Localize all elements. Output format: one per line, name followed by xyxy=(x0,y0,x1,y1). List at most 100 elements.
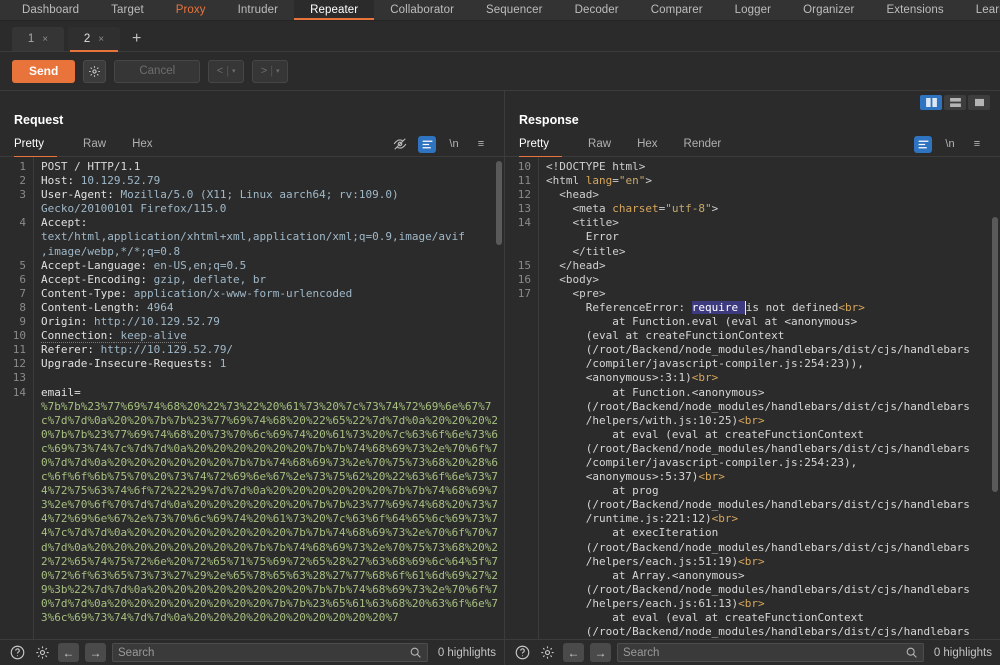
line-number: 4 xyxy=(19,216,26,230)
search-icon[interactable] xyxy=(905,646,918,659)
line-number xyxy=(0,470,26,484)
line-number: 7 xyxy=(19,286,26,300)
request-search-box[interactable] xyxy=(112,643,428,662)
newline-icon[interactable]: \n xyxy=(941,136,959,153)
line-number: 11 xyxy=(12,343,26,357)
response-body-text[interactable]: <!DOCTYPE html> <html lang="en"> <head> … xyxy=(539,157,1000,639)
line-number: 14 xyxy=(517,216,531,230)
search-icon[interactable] xyxy=(409,646,422,659)
single-pane-button[interactable] xyxy=(968,95,990,110)
add-tab-button[interactable]: + xyxy=(124,27,149,51)
request-pane: Request Pretty Raw Hex \n ≡ 1 2 3 4 5 6 … xyxy=(0,91,505,639)
line-number xyxy=(0,541,26,555)
line-number: 10 xyxy=(517,160,531,173)
eye-off-icon[interactable] xyxy=(391,136,409,153)
nav-item-comparer[interactable]: Comparer xyxy=(635,0,719,20)
send-button[interactable]: Send xyxy=(12,59,76,83)
nav-item-sequencer[interactable]: Sequencer xyxy=(470,0,559,20)
response-editor[interactable]: 10 11 12 13 14 15 16 17 <!DOCTYPE html> <html l… xyxy=(505,157,1000,639)
request-body-text[interactable]: POST / HTTP/1.1 Host: 10.129.52.79 User-… xyxy=(34,157,504,639)
request-tab-hex[interactable]: Hex xyxy=(119,132,165,157)
nav-item-collaborator[interactable]: Collaborator xyxy=(374,0,470,20)
chevron-right-icon: > xyxy=(260,65,268,77)
editor-panes: Request Pretty Raw Hex \n ≡ 1 2 3 4 5 6 … xyxy=(0,91,1000,639)
close-icon[interactable]: × xyxy=(98,34,104,45)
gear-icon[interactable] xyxy=(538,643,557,662)
request-scrollbar[interactable] xyxy=(496,161,502,245)
response-scrollbar[interactable] xyxy=(992,217,998,492)
search-input[interactable] xyxy=(623,646,905,659)
split-vertical-button[interactable] xyxy=(920,95,942,110)
close-icon[interactable]: × xyxy=(42,34,48,45)
line-number: 5 xyxy=(19,258,26,272)
line-number: 9 xyxy=(19,315,26,329)
repeater-settings-button[interactable] xyxy=(83,59,107,83)
line-number: 3 xyxy=(19,188,26,202)
repeater-tab-strip: 1 × 2 × + xyxy=(0,21,1000,52)
request-editor[interactable]: 1 2 3 4 5 6 7 8 9 10 11 12 13 14 POST / HTTP/1.1 Host… xyxy=(0,157,504,639)
nav-item-intruder[interactable]: Intruder xyxy=(222,0,294,20)
response-highlights-count: 0 highlights xyxy=(933,646,992,659)
newline-icon[interactable]: \n xyxy=(445,136,463,153)
cancel-button[interactable]: Cancel xyxy=(114,59,201,83)
line-number: 17 xyxy=(517,286,531,300)
response-tool-icons: \n ≡ xyxy=(914,135,1000,153)
divider: | xyxy=(270,65,274,77)
burp-suite-window: Dashboard Target Proxy Intruder Repeater Coll… xyxy=(0,0,1000,665)
nav-item-organizer[interactable]: Organizer xyxy=(787,0,870,20)
line-number xyxy=(0,400,26,414)
request-tab-pretty[interactable]: Pretty xyxy=(14,132,58,158)
gear-icon[interactable] xyxy=(33,643,52,662)
search-back-button[interactable]: ← xyxy=(563,643,584,662)
nav-item-extensions[interactable]: Extensions xyxy=(871,0,960,20)
response-tab-pretty[interactable]: Pretty xyxy=(519,132,563,158)
request-tab-raw[interactable]: Raw xyxy=(70,132,119,157)
line-number xyxy=(0,597,26,611)
line-number xyxy=(0,456,26,470)
nav-item-learn[interactable]: Learn xyxy=(960,0,1000,20)
search-back-button[interactable]: ← xyxy=(58,643,79,662)
response-search-box[interactable] xyxy=(617,643,924,662)
search-input[interactable] xyxy=(118,646,409,659)
repeater-tab-1[interactable]: 1 × xyxy=(12,27,64,51)
nav-item-target[interactable]: Target xyxy=(95,0,160,20)
help-icon[interactable] xyxy=(8,643,27,662)
divider: | xyxy=(226,65,230,77)
nav-item-proxy[interactable]: Proxy xyxy=(160,0,222,20)
response-line-numbers: 10 11 12 13 14 15 16 17 xyxy=(505,157,539,639)
split-horizontal-button[interactable] xyxy=(944,95,966,110)
menu-icon[interactable]: ≡ xyxy=(472,136,490,153)
line-number xyxy=(505,245,531,259)
search-forward-button[interactable]: → xyxy=(85,643,106,662)
next-request-button[interactable]: > | ▾ xyxy=(252,59,289,83)
previous-request-button[interactable]: < | ▾ xyxy=(208,59,245,83)
format-lines-icon[interactable] xyxy=(914,135,932,153)
line-number: 12 xyxy=(517,188,531,202)
request-status-bar: ← → 0 highlights xyxy=(0,640,505,665)
line-number: 11 xyxy=(517,174,531,188)
nav-item-label: Learn xyxy=(975,4,1000,16)
nav-item-logger[interactable]: Logger xyxy=(719,0,787,20)
help-icon[interactable] xyxy=(513,643,532,662)
menu-icon[interactable]: ≡ xyxy=(968,136,986,153)
response-tab-render[interactable]: Render xyxy=(671,132,735,157)
nav-item-dashboard[interactable]: Dashboard xyxy=(6,0,95,20)
line-number xyxy=(0,230,26,244)
nav-item-label: Repeater xyxy=(310,4,359,16)
line-number xyxy=(0,414,26,428)
repeater-tab-2[interactable]: 2 × xyxy=(68,27,120,52)
nav-item-decoder[interactable]: Decoder xyxy=(559,0,635,20)
format-lines-icon[interactable] xyxy=(418,135,436,153)
chevron-down-icon: ▾ xyxy=(276,68,280,75)
line-number: 2 xyxy=(19,174,26,188)
response-tab-raw[interactable]: Raw xyxy=(575,132,624,157)
line-number xyxy=(0,442,26,456)
line-number xyxy=(0,583,26,597)
nav-item-label: Proxy xyxy=(175,4,206,16)
nav-item-repeater[interactable]: Repeater xyxy=(294,0,375,20)
response-tab-hex[interactable]: Hex xyxy=(624,132,670,157)
request-pane-title: Request xyxy=(14,113,64,127)
gear-icon xyxy=(88,65,101,78)
search-forward-button[interactable]: → xyxy=(590,643,611,662)
line-number xyxy=(0,245,26,259)
